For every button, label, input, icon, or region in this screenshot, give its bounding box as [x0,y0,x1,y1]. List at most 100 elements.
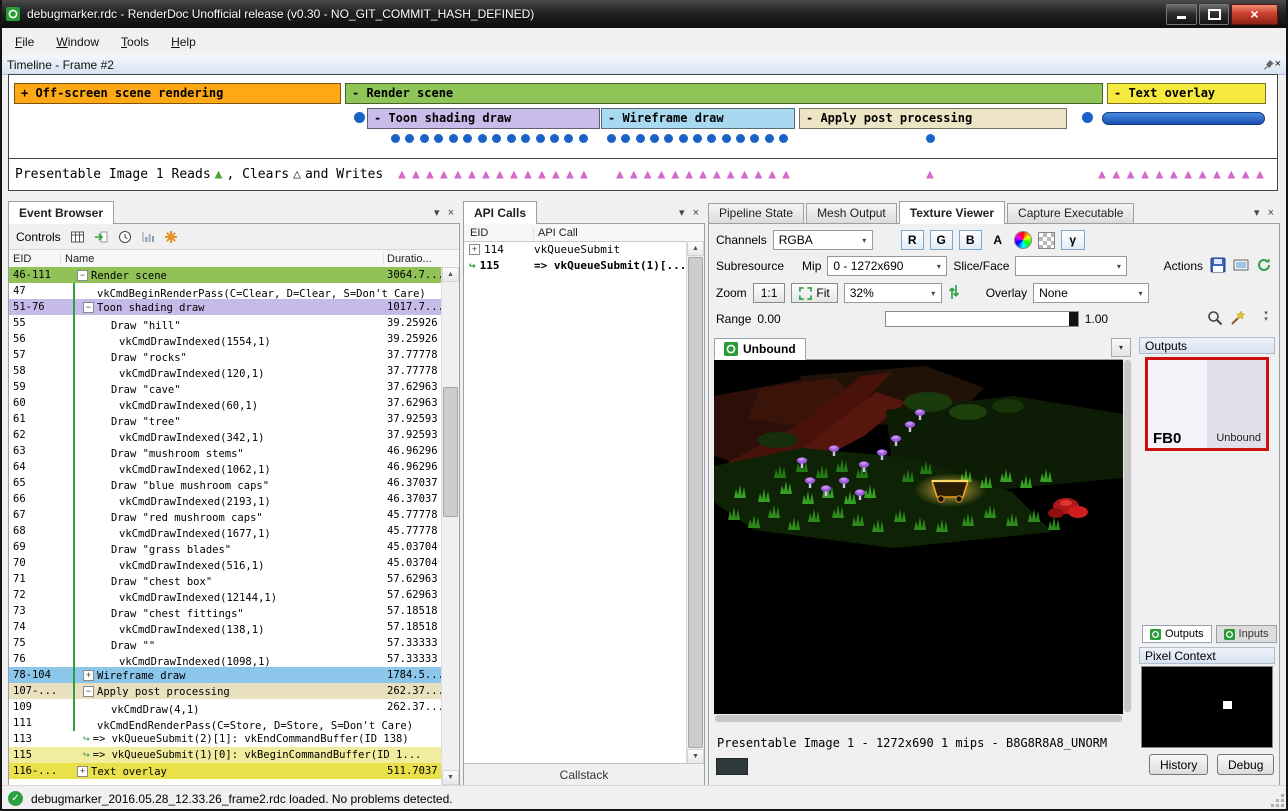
draw-marker-dot[interactable] [354,112,365,123]
event-row-65[interactable]: 65Draw "blue mushroom caps"46.37037 [9,475,442,491]
timeline-bar-text-overlay[interactable]: - Text overlay [1107,83,1266,104]
zoom-level-input[interactable]: 32% ▾ [844,283,942,303]
api-call-row-115[interactable]: ↪115=> vkQueueSubmit(1)[... [464,257,687,273]
zoom-fit-button[interactable]: Fit [791,283,837,303]
table-icon[interactable] [70,230,85,244]
event-row-58[interactable]: 58vkCmdDrawIndexed(120,1)37.77778 [9,363,442,379]
scroll-down-icon[interactable]: ▼ [442,770,459,785]
texture-tab-list-icon[interactable]: ▾ [1111,338,1131,357]
stats-icon[interactable] [141,230,155,244]
api-calls-scrollbar[interactable]: ▲ ▼ [686,241,704,764]
event-row-76[interactable]: 76vkCmdDrawIndexed(1098,1)57.33333 [9,651,442,667]
write-triangles-group[interactable]: ▲▲▲▲▲▲▲▲▲▲▲▲▲▲ [398,168,588,182]
collapse-icon[interactable]: − [77,270,88,281]
texture-tab-unbound[interactable]: Unbound [714,338,806,360]
column-duration[interactable]: Duratio... [384,253,459,265]
timeline-bar-offscreen[interactable]: + Off-screen scene rendering [14,83,341,104]
expand-icon[interactable]: + [77,766,88,777]
event-row-113[interactable]: 113↪=> vkQueueSubmit(2)[1]: vkEndCommand… [9,731,442,747]
event-row-59[interactable]: 59Draw "cave"37.62963 [9,379,442,395]
column-eid[interactable]: EID [464,227,534,239]
range-wand-icon[interactable] [1230,310,1246,329]
tab-mesh-output[interactable]: Mesh Output [806,203,897,223]
event-row-47[interactable]: 47vkCmdBeginRenderPass(C=Clear, D=Clear,… [9,283,442,299]
tab-texture-viewer[interactable]: Texture Viewer [899,201,1005,224]
event-row-70[interactable]: 70vkCmdDrawIndexed(516,1)45.03704 [9,555,442,571]
texture-horizontal-scrollbar[interactable] [714,714,1123,723]
post-draw-dot[interactable] [926,134,935,143]
expand-icon[interactable]: + [83,670,94,681]
scrollbar-thumb[interactable] [688,257,703,748]
event-browser-scrollbar[interactable]: ▲ ▼ [441,267,459,785]
toon-draw-dots[interactable] [391,134,588,143]
scroll-up-icon[interactable]: ▲ [687,241,704,256]
draw-marker-dot[interactable] [1082,112,1093,123]
wireframe-draw-dots[interactable] [607,134,788,143]
event-row-107-...[interactable]: 107-...−Apply post processing262.37... [9,683,442,699]
event-row-63[interactable]: 63Draw "mushroom stems"46.96296 [9,443,442,459]
timeline-usage-strip[interactable]: Presentable Image 1 Reads ▲ , Clears △ a… [8,158,1278,191]
mip-select[interactable]: 0 - 1272x690 ▾ [827,256,947,276]
texture-display[interactable] [714,359,1123,714]
toolbar-overflow-icon[interactable]: ▾▾ [1261,311,1271,323]
panel-menu-icon[interactable]: ▾ [679,208,685,219]
overlay-select[interactable]: None ▾ [1033,283,1149,303]
minimize-button[interactable] [1166,4,1197,25]
event-row-56[interactable]: 56vkCmdDrawIndexed(1554,1)39.25926 [9,331,442,347]
scroll-down-icon[interactable]: ▼ [687,749,704,764]
channel-g-button[interactable]: G [930,230,953,250]
column-eid[interactable]: EID [9,253,61,265]
text-overlay-draws-bar[interactable] [1102,112,1265,125]
event-row-68[interactable]: 68vkCmdDrawIndexed(1677,1)45.77778 [9,523,442,539]
slice-face-select[interactable]: ▾ [1015,256,1127,276]
tab-pipeline-state[interactable]: Pipeline State [708,203,804,223]
maximize-button[interactable] [1199,4,1229,25]
menu-help[interactable]: Help [160,31,207,53]
column-api-call[interactable]: API Call [534,227,704,239]
range-min-value[interactable]: 0.00 [757,312,780,326]
api-call-row-114[interactable]: +114vkQueueSubmit [464,241,687,257]
close-button[interactable]: × [1231,4,1278,25]
history-button[interactable]: History [1149,754,1208,775]
event-row-74[interactable]: 74vkCmdDrawIndexed(138,1)57.18518 [9,619,442,635]
event-row-111[interactable]: 111vkCmdEndRenderPass(C=Store, D=Store, … [9,715,442,731]
event-browser-column-headers[interactable]: EID Name Duratio... [9,250,459,268]
expand-icon[interactable]: + [469,244,480,255]
tab-event-browser[interactable]: Event Browser [8,201,114,224]
timeline-bar-post[interactable]: - Apply post processing [799,108,1067,129]
tab-api-calls[interactable]: API Calls [463,201,537,224]
column-name[interactable]: Name [61,253,384,265]
autofit-range-icon[interactable] [1207,310,1223,329]
menu-tools[interactable]: Tools [110,31,160,53]
range-slider[interactable] [885,311,1079,327]
event-row-51-76[interactable]: 51-76−Toon shading draw1017.7... [9,299,442,315]
event-row-116-...[interactable]: 116-...+Text overlay511.7037 [9,763,442,779]
pixel-context-view[interactable] [1141,666,1273,748]
event-row-67[interactable]: 67Draw "red mushroom caps"45.77778 [9,507,442,523]
event-row-115[interactable]: 115↪=> vkQueueSubmit(1)[0]: vkBeginComma… [9,747,442,763]
panel-close-icon[interactable]: × [448,208,454,219]
alpha-background-icon[interactable] [1038,232,1055,249]
timeline-bar-render-scene[interactable]: - Render scene [345,83,1103,104]
event-row-62[interactable]: 62vkCmdDrawIndexed(342,1)37.92593 [9,427,442,443]
event-row-57[interactable]: 57Draw "rocks"37.77778 [9,347,442,363]
event-row-46-111[interactable]: 46-111−Render scene3064.7... [9,267,442,283]
timeline-bar-toon[interactable]: - Toon shading draw [367,108,600,129]
open-texture-list-icon[interactable] [1233,257,1249,276]
event-row-71[interactable]: 71Draw "chest box"57.62963 [9,571,442,587]
event-row-69[interactable]: 69Draw "grass blades"45.03704 [9,539,442,555]
timeline-bar-wireframe[interactable]: - Wireframe draw [601,108,795,129]
channel-b-button[interactable]: B [959,230,982,250]
panel-close-icon[interactable]: × [693,208,699,219]
flip-vertical-icon[interactable] [948,284,960,303]
write-triangles-group[interactable]: ▲ [926,168,939,182]
save-texture-icon[interactable] [1210,257,1226,276]
event-row-73[interactable]: 73Draw "chest fittings"57.18518 [9,603,442,619]
menu-file[interactable]: File [4,31,45,53]
debug-button[interactable]: Debug [1217,754,1274,775]
range-max-value[interactable]: 1.00 [1085,312,1108,326]
tab-capture-executable[interactable]: Capture Executable [1007,203,1134,223]
custom-shader-icon[interactable] [1014,231,1032,249]
panel-menu-icon[interactable]: ▾ [434,208,440,219]
gamma-button[interactable]: γ [1061,230,1085,250]
